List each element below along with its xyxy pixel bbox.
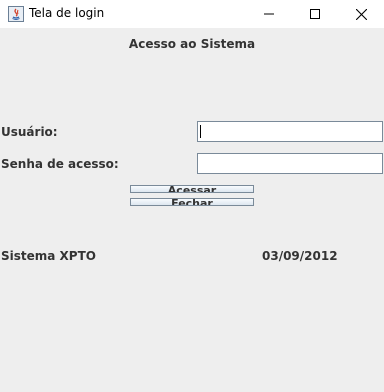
password-input[interactable] (197, 153, 383, 174)
user-label: Usuário: (1, 125, 58, 139)
close-icon (355, 8, 367, 20)
title-bar: Tela de login (0, 0, 384, 28)
text-caret (200, 125, 201, 138)
date-label: 03/09/2012 (262, 249, 338, 263)
system-name-label: Sistema XPTO (1, 249, 96, 263)
fechar-button[interactable]: Fechar (130, 198, 254, 206)
user-input[interactable] (197, 121, 383, 142)
acessar-button[interactable]: Acessar (130, 185, 254, 193)
maximize-icon (310, 9, 320, 19)
login-panel: Acesso ao Sistema Usuário: Senha de aces… (0, 28, 384, 392)
minimize-icon (264, 13, 274, 15)
java-icon (8, 6, 24, 22)
form-header: Acesso ao Sistema (128, 37, 256, 51)
close-window-button[interactable] (338, 0, 384, 28)
minimize-button[interactable] (246, 0, 292, 28)
password-label: Senha de acesso: (1, 157, 119, 171)
window-title: Tela de login (29, 6, 105, 20)
maximize-button[interactable] (292, 0, 338, 28)
